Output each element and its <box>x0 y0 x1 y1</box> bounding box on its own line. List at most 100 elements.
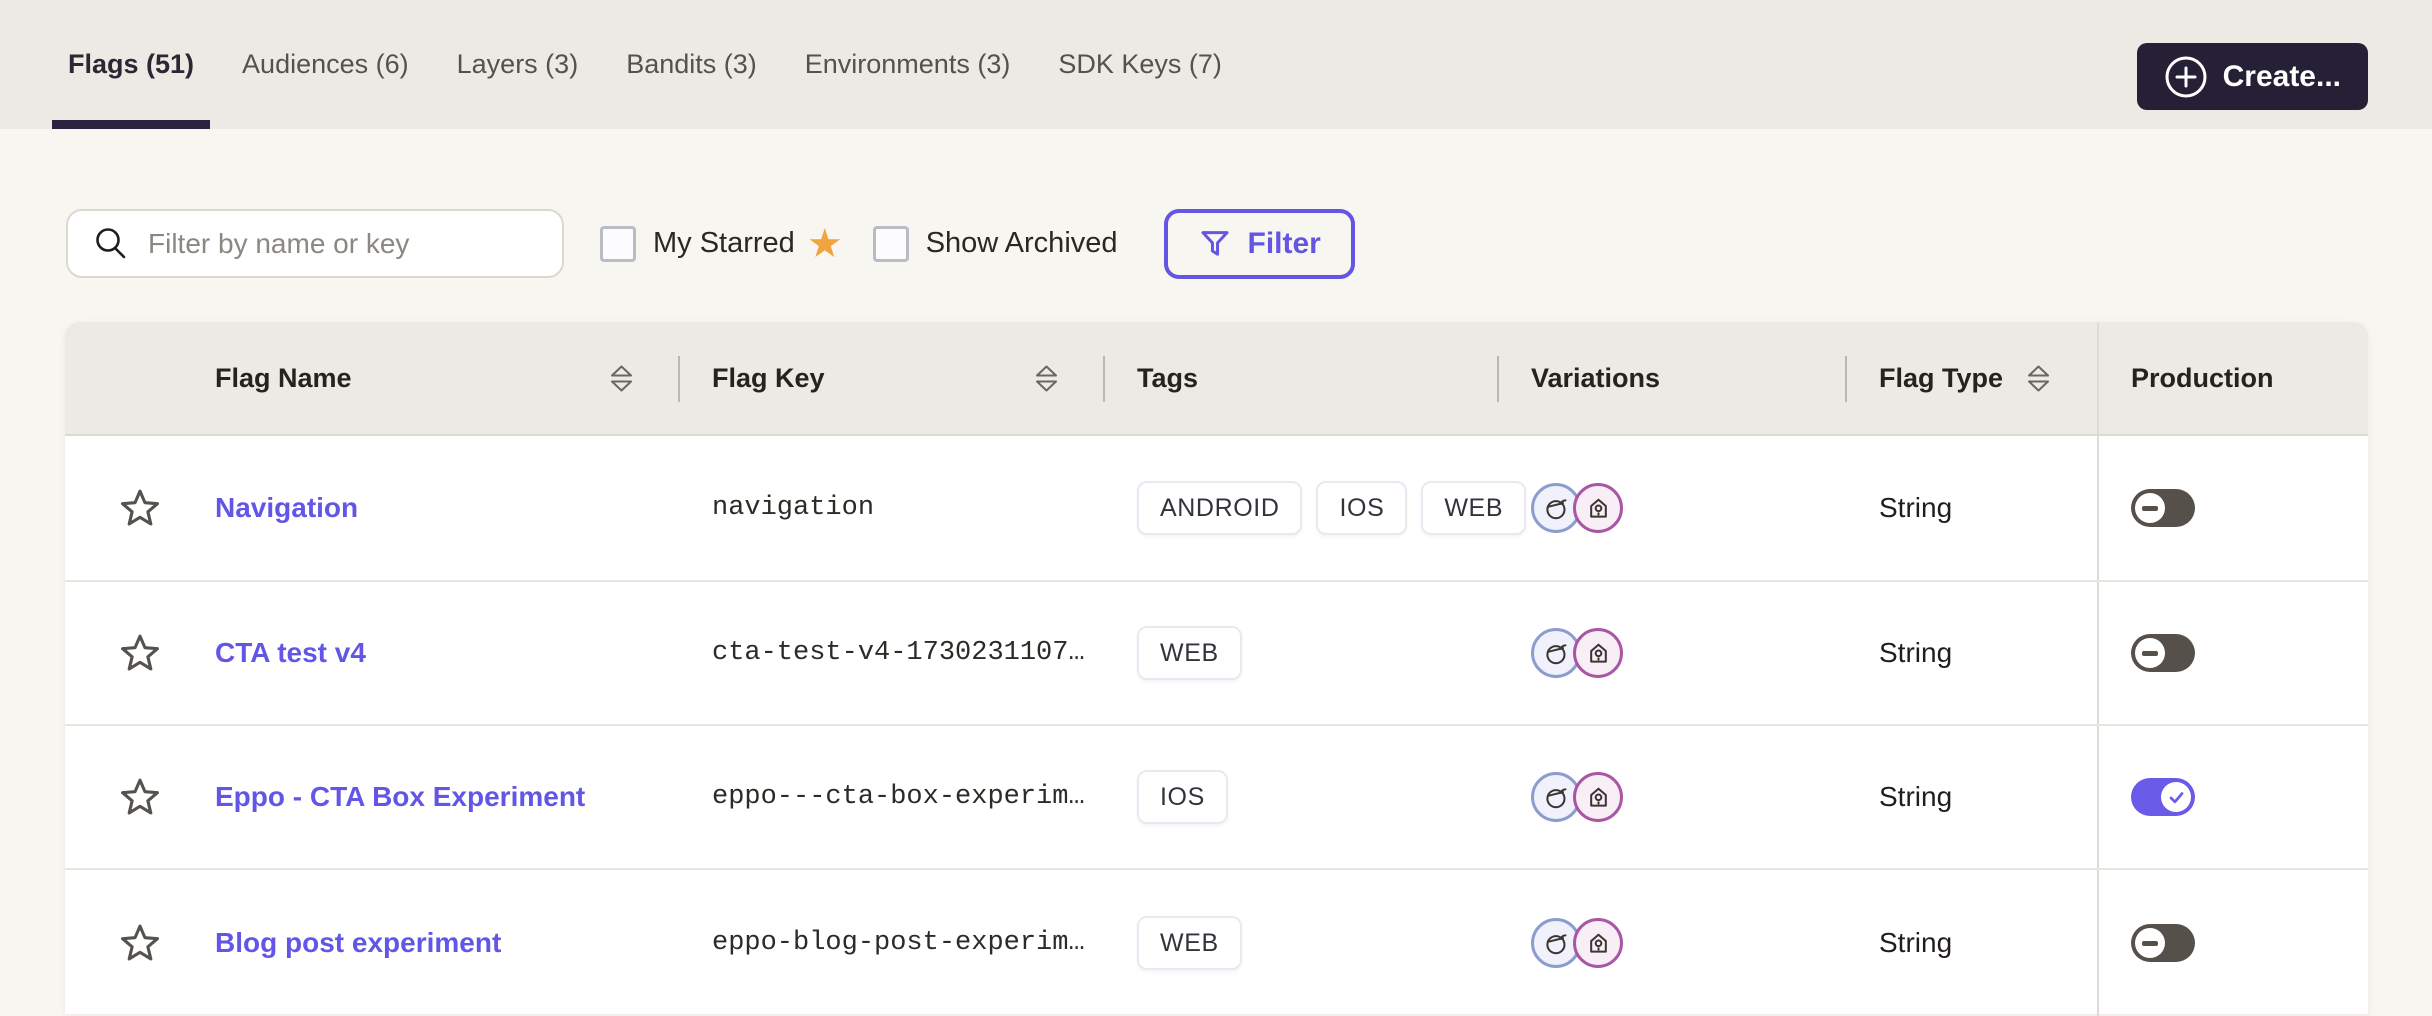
toggle-minus-icon <box>2135 928 2165 958</box>
table-row: Eppo - CTA Box Experiment eppo---cta-box… <box>65 724 2368 868</box>
production-cell <box>2097 582 2368 724</box>
toggle-minus-icon <box>2135 638 2165 668</box>
tags-cell: WEB <box>1105 582 1499 724</box>
production-toggle[interactable] <box>2131 778 2195 816</box>
search-input[interactable] <box>148 228 542 260</box>
tab-layers-3[interactable]: Layers (3) <box>441 0 595 129</box>
birdhouse-variation-icon <box>1573 772 1623 822</box>
table-body: Navigation navigation ANDROID IOS WEB Stri… <box>65 436 2368 1016</box>
funnel-icon <box>1198 227 1232 261</box>
flag-key-cell: navigation <box>680 436 1105 580</box>
sort-icon[interactable] <box>609 364 634 393</box>
flag-key-text: cta-test-v4-1730231107… <box>712 638 1085 668</box>
plus-circle-icon <box>2164 55 2208 99</box>
flag-type-text: String <box>1879 637 1952 669</box>
production-toggle[interactable] <box>2131 634 2195 672</box>
flag-key-text: navigation <box>712 493 874 523</box>
variations-cell <box>1499 870 1847 1016</box>
production-cell <box>2097 870 2368 1016</box>
flag-name-cell: CTA test v4 <box>215 582 680 724</box>
flag-type-text: String <box>1879 492 1952 524</box>
birdhouse-variation-icon <box>1573 918 1623 968</box>
production-toggle[interactable] <box>2131 924 2195 962</box>
column-header-star <box>65 322 215 434</box>
flag-type-cell: String <box>1847 870 2097 1016</box>
column-header-production: Production <box>2097 322 2368 434</box>
variations-cell <box>1499 726 1847 868</box>
star-row-icon[interactable] <box>118 921 162 965</box>
my-starred-checkbox[interactable] <box>600 226 636 262</box>
flag-name-link[interactable]: Blog post experiment <box>215 927 501 959</box>
column-header-flag-type[interactable]: Flag Type <box>1847 322 2097 434</box>
flag-name-link[interactable]: Eppo - CTA Box Experiment <box>215 781 585 813</box>
filter-button-label: Filter <box>1248 227 1321 261</box>
birdhouse-variation-icon <box>1573 628 1623 678</box>
tab-audiences-6[interactable]: Audiences (6) <box>226 0 425 129</box>
table-header: Flag Name Flag Key Tags Variations Flag Ty… <box>65 322 2368 436</box>
search-box[interactable] <box>66 209 564 278</box>
sort-icon[interactable] <box>2026 364 2051 393</box>
tags-cell: WEB <box>1105 870 1499 1016</box>
flag-type-cell: String <box>1847 436 2097 580</box>
show-archived-checkbox[interactable] <box>873 226 909 262</box>
column-header-label: Variations <box>1531 363 1660 394</box>
tab-list: Flags (51)Audiences (6)Layers (3)Bandits… <box>52 0 1254 129</box>
search-icon <box>92 225 130 263</box>
tag-chip: WEB <box>1137 626 1242 680</box>
flag-key-cell: eppo---cta-box-experim… <box>680 726 1105 868</box>
flags-table: Flag Name Flag Key Tags Variations Flag Ty… <box>65 322 2368 1014</box>
flag-type-cell: String <box>1847 726 2097 868</box>
star-row-icon[interactable] <box>118 486 162 530</box>
star-cell <box>65 582 215 724</box>
production-cell <box>2097 726 2368 868</box>
star-cell <box>65 436 215 580</box>
flag-name-cell: Blog post experiment <box>215 870 680 1016</box>
flag-type-text: String <box>1879 781 1952 813</box>
star-row-icon[interactable] <box>118 631 162 675</box>
column-header-variations: Variations <box>1499 322 1847 434</box>
flag-name-link[interactable]: Navigation <box>215 492 358 524</box>
tag-chip: WEB <box>1137 916 1242 970</box>
column-header-label: Flag Key <box>712 363 825 394</box>
table-row: Navigation navigation ANDROIDIOSWEB Stri… <box>65 436 2368 580</box>
toggle-check-icon <box>2161 782 2191 812</box>
column-header-label: Production <box>2131 363 2274 394</box>
production-toggle[interactable] <box>2131 489 2195 527</box>
starred-star-icon: ★ <box>807 224 843 264</box>
star-row-icon[interactable] <box>118 775 162 819</box>
flag-name-link[interactable]: CTA test v4 <box>215 637 366 669</box>
table-row: Blog post experiment eppo-blog-post-expe… <box>65 868 2368 1016</box>
tab-flags-51[interactable]: Flags (51) <box>52 0 210 129</box>
column-header-flag-name[interactable]: Flag Name <box>215 322 680 434</box>
star-cell <box>65 726 215 868</box>
flag-key-text: eppo-blog-post-experim… <box>712 928 1085 958</box>
tags-cell: ANDROIDIOSWEB <box>1105 436 1499 580</box>
tag-chip: ANDROID <box>1137 481 1302 535</box>
column-header-label: Flag Type <box>1879 363 2003 394</box>
create-button[interactable]: Create... <box>2137 43 2368 110</box>
top-tab-bar: Flags (51)Audiences (6)Layers (3)Bandits… <box>0 0 2432 129</box>
tab-bandits-3[interactable]: Bandits (3) <box>610 0 773 129</box>
star-cell <box>65 870 215 1016</box>
show-archived-label: Show Archived <box>926 227 1118 260</box>
column-header-label: Flag Name <box>215 363 352 394</box>
tab-sdk-keys-7[interactable]: SDK Keys (7) <box>1042 0 1238 129</box>
flag-name-cell: Navigation <box>215 436 680 580</box>
filter-button[interactable]: Filter <box>1164 209 1355 279</box>
flag-name-cell: Eppo - CTA Box Experiment <box>215 726 680 868</box>
tags-cell: IOS <box>1105 726 1499 868</box>
tag-chip: IOS <box>1137 770 1228 824</box>
tag-chip: IOS <box>1316 481 1407 535</box>
tab-environments-3[interactable]: Environments (3) <box>789 0 1027 129</box>
production-cell <box>2097 436 2368 580</box>
create-button-label: Create... <box>2223 60 2341 94</box>
column-header-label: Tags <box>1137 363 1198 394</box>
flag-type-text: String <box>1879 927 1952 959</box>
variations-cell <box>1499 582 1847 724</box>
sort-icon[interactable] <box>1034 364 1059 393</box>
flag-type-cell: String <box>1847 582 2097 724</box>
birdhouse-variation-icon <box>1573 483 1623 533</box>
variations-cell <box>1499 436 1847 580</box>
column-header-flag-key[interactable]: Flag Key <box>680 322 1105 434</box>
flag-key-text: eppo---cta-box-experim… <box>712 782 1085 812</box>
